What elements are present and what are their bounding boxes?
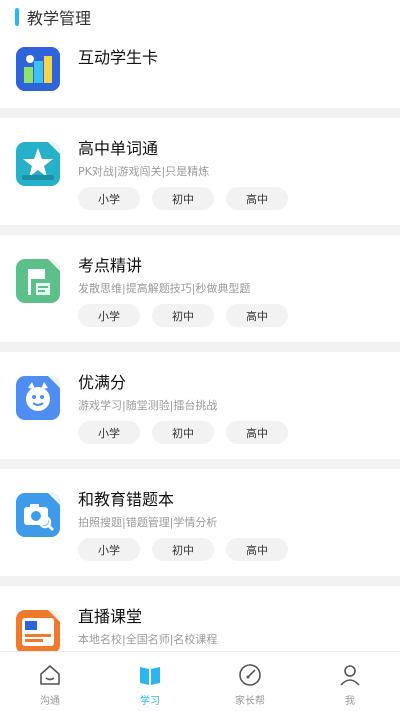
app-description: 游戏学习|随堂测验|擂台挑战 bbox=[78, 399, 218, 412]
student-card-icon bbox=[16, 47, 60, 91]
chip-primary[interactable]: 小学 bbox=[78, 304, 140, 327]
separator bbox=[0, 342, 400, 352]
compass-icon bbox=[239, 664, 261, 686]
user-icon bbox=[340, 665, 360, 686]
level-chips: 小学 初中 高中 bbox=[78, 304, 288, 327]
chip-middle[interactable]: 初中 bbox=[152, 187, 214, 210]
tab-me[interactable]: 我 bbox=[300, 652, 400, 711]
chip-high[interactable]: 高中 bbox=[226, 304, 288, 327]
section-title: 教学管理 bbox=[27, 9, 92, 28]
chip-middle[interactable]: 初中 bbox=[152, 538, 214, 561]
app-name: 考点精讲 bbox=[78, 256, 143, 275]
app-name: 直播课堂 bbox=[78, 607, 143, 626]
app-name: 优满分 bbox=[78, 373, 127, 392]
separator bbox=[0, 108, 400, 118]
camera-search-icon bbox=[16, 493, 60, 537]
app-card-vocabulary[interactable]: 高中单词通 PK对战|游戏闯关|只是精炼 小学 初中 高中 bbox=[0, 118, 400, 225]
chip-primary[interactable]: 小学 bbox=[78, 187, 140, 210]
section-accent-bar bbox=[15, 8, 19, 26]
section-header: 教学管理 bbox=[0, 0, 400, 34]
app-card-full-marks[interactable]: 优满分 游戏学习|随堂测验|擂台挑战 小学 初中 高中 bbox=[0, 352, 400, 459]
chip-high[interactable]: 高中 bbox=[226, 187, 288, 210]
app-description: 本地名校|全国名师|名校课程 bbox=[78, 633, 218, 646]
chip-primary[interactable]: 小学 bbox=[78, 421, 140, 444]
chip-primary[interactable]: 小学 bbox=[78, 538, 140, 561]
bottom-tab-bar: 沟通 学习 家长帮 我 bbox=[0, 651, 400, 711]
app-list[interactable]: 互动学生卡 高中单词通 PK对战|游戏闯关|只是精炼 小学 初中 高中 考点精讲… bbox=[0, 34, 400, 651]
tab-label: 我 bbox=[345, 696, 355, 707]
book-icon bbox=[140, 667, 160, 685]
app-name: 互动学生卡 bbox=[78, 48, 159, 67]
app-card-mistake-book[interactable]: 和教育错题本 拍照搜题|错题管理|学情分析 小学 初中 高中 bbox=[0, 469, 400, 576]
tab-label: 学习 bbox=[140, 696, 160, 707]
separator bbox=[0, 225, 400, 235]
level-chips: 小学 初中 高中 bbox=[78, 538, 288, 561]
tab-parent-help[interactable]: 家长帮 bbox=[200, 652, 300, 711]
tab-study[interactable]: 学习 bbox=[100, 652, 200, 711]
chat-house-icon bbox=[40, 665, 60, 685]
chip-middle[interactable]: 初中 bbox=[152, 304, 214, 327]
live-broadcast-icon bbox=[16, 610, 60, 651]
tab-label: 家长帮 bbox=[235, 696, 265, 707]
tab-label: 沟通 bbox=[40, 696, 60, 707]
app-card-live-class[interactable]: 直播课堂 本地名校|全国名师|名校课程 小学 初中 高中 bbox=[0, 586, 400, 651]
tab-communicate[interactable]: 沟通 bbox=[0, 652, 100, 711]
cartoon-mascot-icon bbox=[16, 376, 60, 420]
app-name: 高中单词通 bbox=[78, 139, 159, 158]
separator bbox=[0, 576, 400, 586]
app-card-exam-points[interactable]: 考点精讲 发散思维|提高解题技巧|秒做典型题 小学 初中 高中 bbox=[0, 235, 400, 342]
separator bbox=[0, 459, 400, 469]
level-chips: 小学 初中 高中 bbox=[78, 421, 288, 444]
app-description: 发散思维|提高解题技巧|秒做典型题 bbox=[78, 282, 251, 295]
app-description: 拍照搜题|错题管理|学情分析 bbox=[78, 516, 218, 529]
chip-middle[interactable]: 初中 bbox=[152, 421, 214, 444]
chip-high[interactable]: 高中 bbox=[226, 538, 288, 561]
level-chips: 小学 初中 高中 bbox=[78, 187, 288, 210]
star-emblem-icon bbox=[16, 142, 60, 186]
chip-high[interactable]: 高中 bbox=[226, 421, 288, 444]
app-card-student-card[interactable]: 互动学生卡 bbox=[0, 34, 400, 108]
app-description: PK对战|游戏闯关|只是精炼 bbox=[78, 165, 210, 178]
app-name: 和教育错题本 bbox=[78, 490, 175, 509]
flag-board-icon bbox=[16, 259, 60, 303]
